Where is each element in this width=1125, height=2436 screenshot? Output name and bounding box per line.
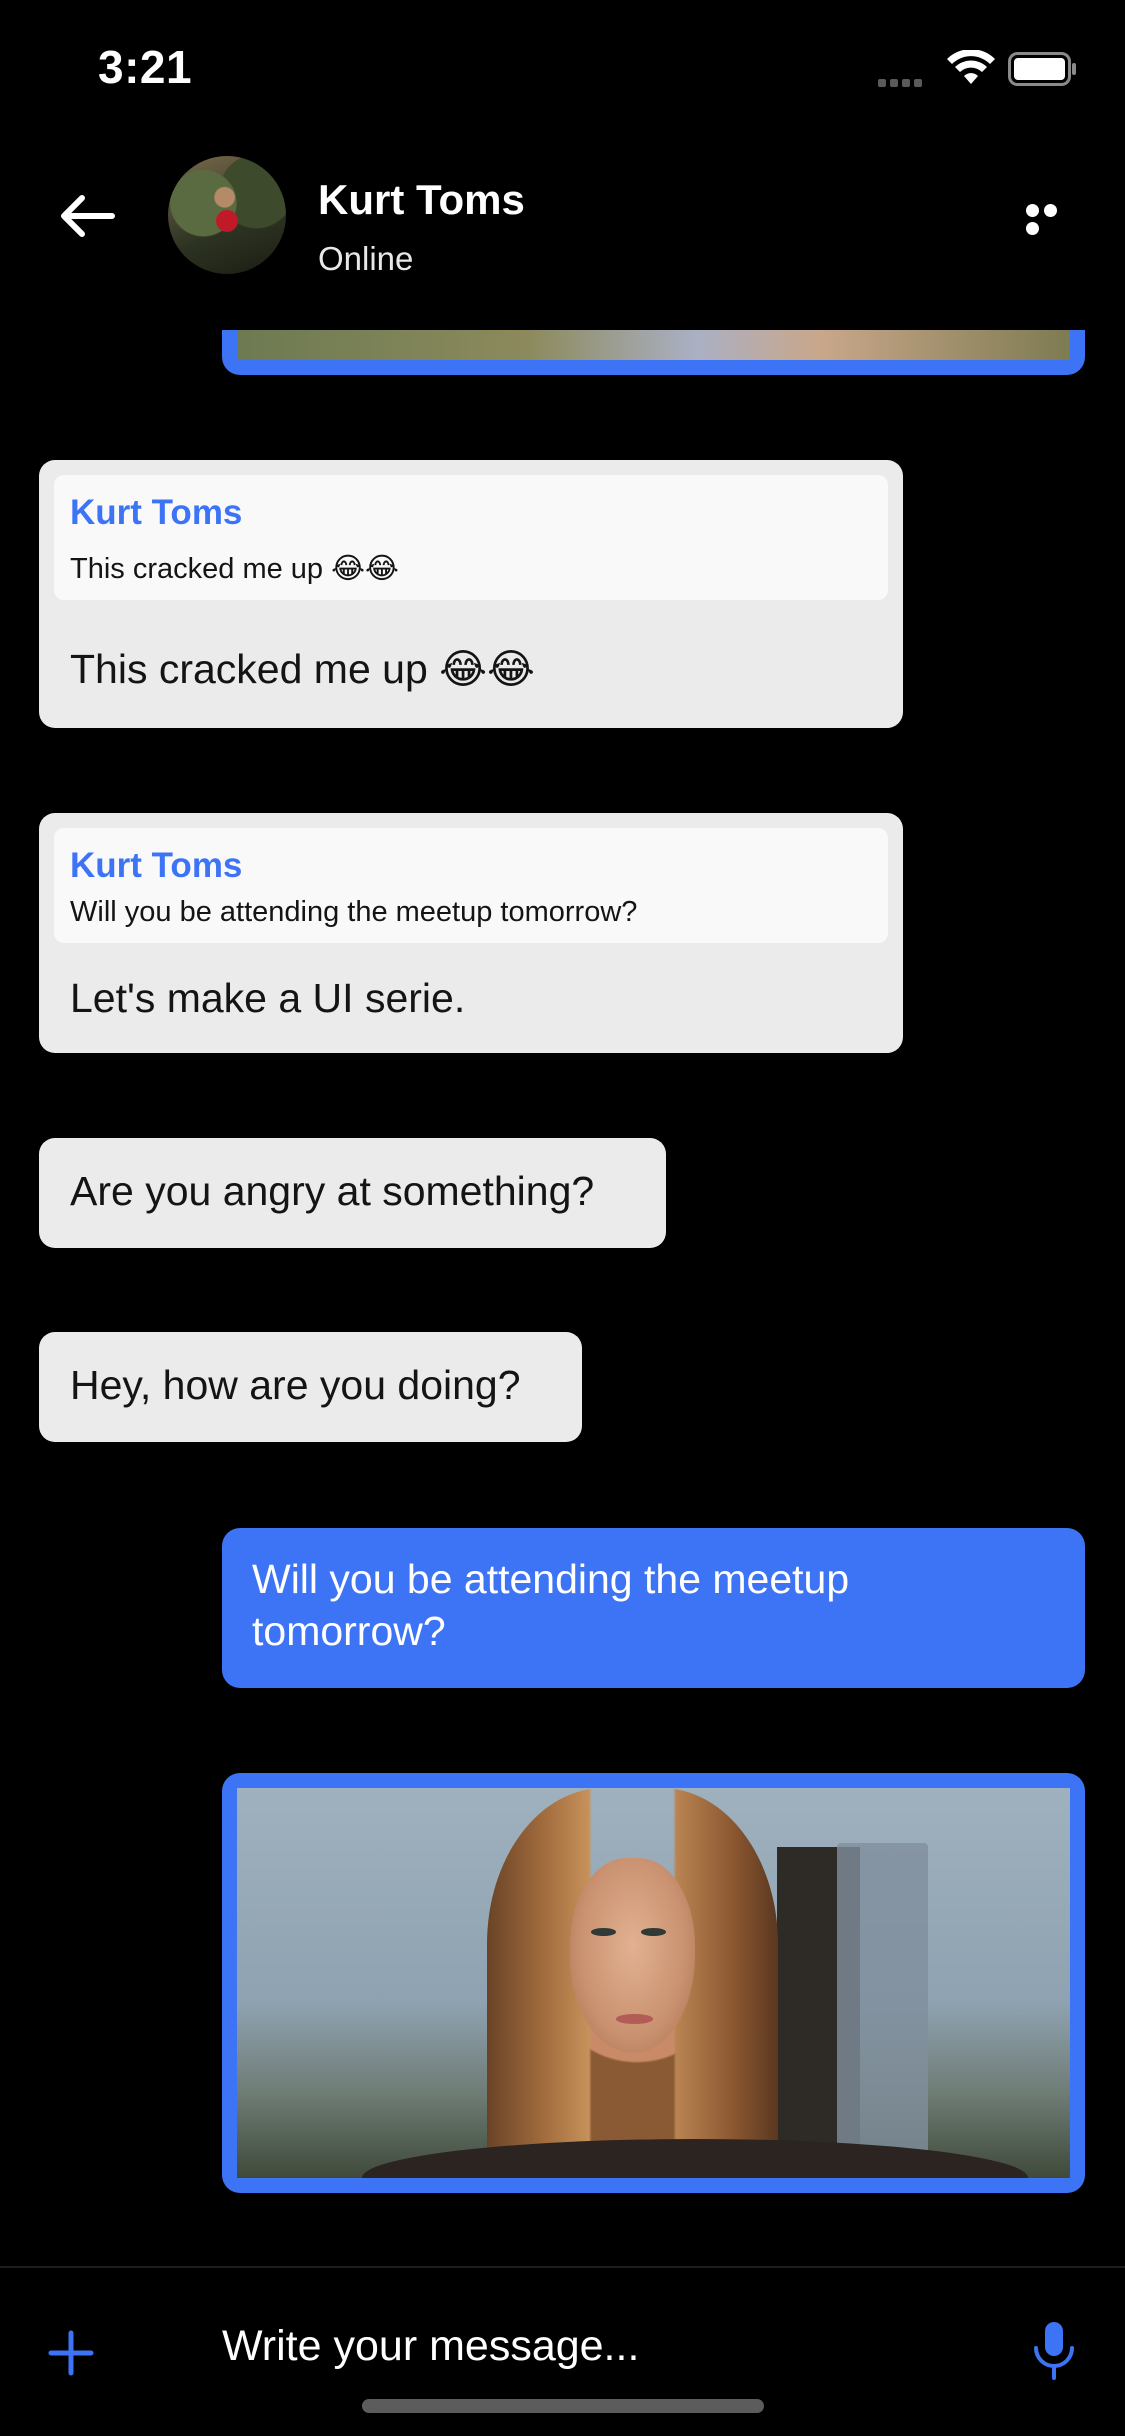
quoted-message[interactable]: Kurt Toms Will you be attending the meet… <box>54 828 888 943</box>
text-message[interactable]: Are you angry at something? <box>39 1138 666 1248</box>
quoted-text: This cracked me up 😂😂 <box>70 553 399 585</box>
reply-message[interactable]: Kurt Toms This cracked me up 😂😂 This cra… <box>39 460 903 728</box>
message-image[interactable] <box>237 1788 1070 2178</box>
chat-header: Kurt Toms Online <box>0 140 1125 330</box>
battery-icon <box>1008 52 1076 86</box>
home-indicator[interactable] <box>362 2399 764 2413</box>
quoted-message[interactable]: Kurt Toms This cracked me up 😂😂 <box>54 475 888 600</box>
contact-status: Online <box>318 240 414 277</box>
image-message[interactable] <box>222 1773 1085 2193</box>
cellular-signal-icon <box>878 74 926 92</box>
back-arrow-icon[interactable] <box>56 192 116 240</box>
message-text: Let's make a UI serie. <box>70 975 466 1021</box>
microphone-icon[interactable] <box>1032 2320 1076 2382</box>
sent-text-message[interactable]: Will you be attending the meetup tomorro… <box>222 1528 1085 1688</box>
message-text-line-2: tomorrow? <box>252 1608 446 1654</box>
text-message[interactable]: Hey, how are you doing? <box>39 1332 582 1442</box>
avatar[interactable] <box>168 156 286 274</box>
message-text: This cracked me up 😂😂 <box>70 646 535 692</box>
quoted-text: Will you be attending the meetup tomorro… <box>70 896 638 928</box>
quoted-sender-name: Kurt Toms <box>70 493 243 532</box>
contact-name[interactable]: Kurt Toms <box>318 176 525 224</box>
message-text-line-1: Will you be attending the meetup <box>252 1556 850 1602</box>
quoted-sender-name: Kurt Toms <box>70 846 243 885</box>
status-time: 3:21 <box>98 41 193 93</box>
reply-message[interactable]: Kurt Toms Will you be attending the meet… <box>39 813 903 1053</box>
wifi-icon <box>947 50 995 84</box>
plus-icon[interactable] <box>48 2330 94 2376</box>
message-text: Are you angry at something? <box>70 1168 595 1214</box>
more-icon[interactable] <box>1026 204 1078 235</box>
message-input[interactable] <box>222 2316 962 2376</box>
message-text: Hey, how are you doing? <box>70 1362 521 1408</box>
status-bar: 3:21 <box>0 0 1125 140</box>
